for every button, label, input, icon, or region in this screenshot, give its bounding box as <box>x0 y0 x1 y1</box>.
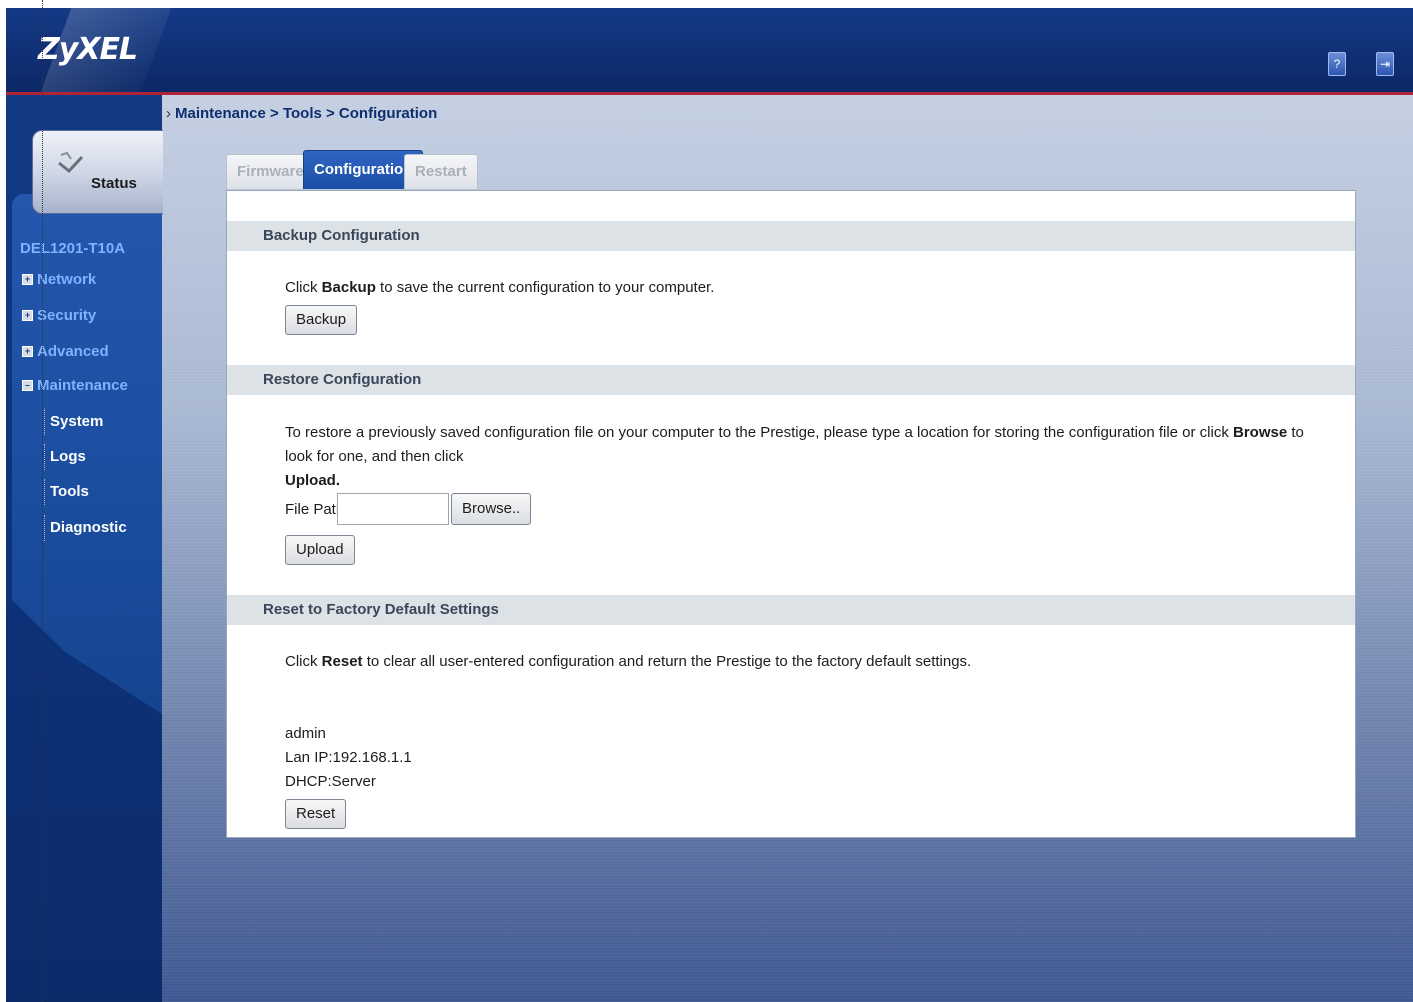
tab-restart[interactable]: Restart <box>404 154 478 189</box>
sidebar-subitem-logs[interactable]: Logs <box>44 444 86 470</box>
breadcrumb-text: Maintenance > Tools > Configuration <box>175 105 438 122</box>
sidebar-item-label: Advanced <box>37 343 109 360</box>
sidebar-subitem-tools[interactable]: Tools <box>44 479 89 505</box>
sidebar-item-network[interactable]: + Network <box>22 271 96 288</box>
sidebar-item-maintenance[interactable]: – Maintenance <box>22 377 128 394</box>
wizard-icon[interactable]: ? <box>1328 52 1346 76</box>
sidebar-item-security[interactable]: + Security <box>22 307 96 324</box>
device-name: DEL1201-T10A <box>20 240 126 257</box>
sidebar-item-label: Network <box>37 271 97 288</box>
tab-firmware[interactable]: Firmware <box>226 154 315 189</box>
file-path-input[interactable] <box>337 493 449 525</box>
sidebar-item-label: Security <box>37 307 97 324</box>
reset-section-title: Reset to Factory Default Settings <box>227 595 1355 625</box>
breadcrumb-arrow-icon: › <box>166 105 171 122</box>
sidebar-subitem-system[interactable]: System <box>43 409 103 435</box>
backup-description: Click Backup to save the current configu… <box>285 279 715 296</box>
status-button[interactable]: Status <box>32 130 163 214</box>
sidebar-item-label: Maintenance <box>37 377 128 394</box>
expand-icon: + <box>22 310 33 321</box>
backup-button[interactable]: Backup <box>285 305 358 335</box>
sidebar-item-advanced[interactable]: + Advanced <box>22 343 109 360</box>
reset-description: Click Reset to clear all user-entered co… <box>285 653 972 670</box>
info-dhcp: DHCP:Server <box>285 773 376 790</box>
restore-section-title: Restore Configuration <box>227 365 1355 395</box>
sidebar-subitem-diagnostic[interactable]: Diagnostic <box>44 515 127 541</box>
browse-button[interactable]: Browse.. <box>451 493 532 525</box>
collapse-icon: – <box>22 380 33 391</box>
guide-line <box>42 0 43 1002</box>
zyxel-logo: ZyXEL <box>38 32 138 67</box>
info-lan-ip: Lan IP:192.168.1.1 <box>285 749 412 766</box>
upload-button[interactable]: Upload <box>285 535 355 565</box>
status-icon <box>58 151 84 174</box>
status-label: Status <box>91 175 137 192</box>
expand-icon: + <box>22 274 33 285</box>
app-frame: ZyXEL ? ⇥ › Maintenance > Tools > Configu… <box>6 8 1413 1002</box>
backup-section-title: Backup Configuration <box>227 221 1355 251</box>
breadcrumb: › Maintenance > Tools > Configuration <box>166 101 437 127</box>
logout-icon[interactable]: ⇥ <box>1376 52 1394 76</box>
header-bar: ZyXEL ? ⇥ <box>6 8 1413 92</box>
reset-button[interactable]: Reset <box>285 799 347 829</box>
content-panel: Backup Configuration Click Backup to sav… <box>226 190 1356 838</box>
info-user: admin <box>285 725 326 742</box>
restore-description: To restore a previously saved configurat… <box>285 424 1304 489</box>
expand-icon: + <box>22 346 33 357</box>
